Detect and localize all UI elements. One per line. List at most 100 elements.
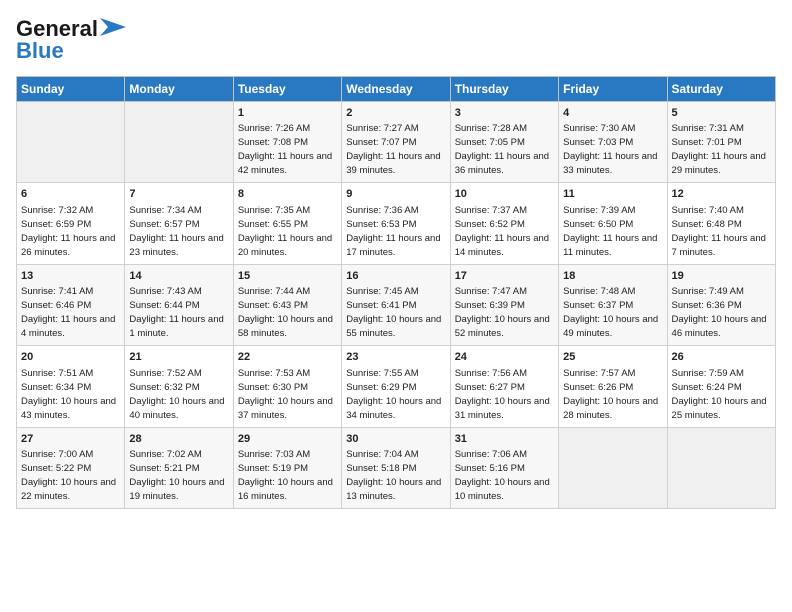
calendar-cell	[559, 427, 667, 508]
calendar-cell: 6Sunrise: 7:32 AMSunset: 6:59 PMDaylight…	[17, 183, 125, 264]
sunset-text: Sunset: 5:19 PM	[238, 463, 308, 474]
sunset-text: Sunset: 6:50 PM	[563, 219, 633, 230]
calendar-cell: 29Sunrise: 7:03 AMSunset: 5:19 PMDayligh…	[233, 427, 341, 508]
sunrise-text: Sunrise: 7:41 AM	[21, 286, 93, 297]
calendar-cell: 28Sunrise: 7:02 AMSunset: 5:21 PMDayligh…	[125, 427, 233, 508]
sunrise-text: Sunrise: 7:04 AM	[346, 449, 418, 460]
calendar-cell: 3Sunrise: 7:28 AMSunset: 7:05 PMDaylight…	[450, 102, 558, 183]
sunrise-text: Sunrise: 7:40 AM	[672, 205, 744, 216]
calendar-header-row: SundayMondayTuesdayWednesdayThursdayFrid…	[17, 77, 776, 102]
day-number: 25	[563, 350, 662, 365]
calendar-cell: 24Sunrise: 7:56 AMSunset: 6:27 PMDayligh…	[450, 346, 558, 427]
day-number: 20	[21, 350, 120, 365]
sunrise-text: Sunrise: 7:45 AM	[346, 286, 418, 297]
day-number: 10	[455, 187, 554, 202]
sunset-text: Sunset: 6:26 PM	[563, 382, 633, 393]
sunset-text: Sunset: 7:05 PM	[455, 137, 525, 148]
sunrise-text: Sunrise: 7:59 AM	[672, 368, 744, 379]
calendar-cell: 27Sunrise: 7:00 AMSunset: 5:22 PMDayligh…	[17, 427, 125, 508]
day-number: 15	[238, 269, 337, 284]
daylight-text: Daylight: 11 hours and 39 minutes.	[346, 151, 440, 176]
sunrise-text: Sunrise: 7:30 AM	[563, 123, 635, 134]
sunrise-text: Sunrise: 7:00 AM	[21, 449, 93, 460]
calendar-cell: 5Sunrise: 7:31 AMSunset: 7:01 PMDaylight…	[667, 102, 775, 183]
sunset-text: Sunset: 6:29 PM	[346, 382, 416, 393]
logo-arrow-icon	[100, 18, 126, 36]
sunrise-text: Sunrise: 7:03 AM	[238, 449, 310, 460]
daylight-text: Daylight: 11 hours and 4 minutes.	[21, 314, 115, 339]
day-number: 4	[563, 106, 662, 121]
day-number: 5	[672, 106, 771, 121]
sunrise-text: Sunrise: 7:02 AM	[129, 449, 201, 460]
day-number: 1	[238, 106, 337, 121]
header-monday: Monday	[125, 77, 233, 102]
sunset-text: Sunset: 6:43 PM	[238, 300, 308, 311]
calendar-cell: 21 Sunrise: 7:52 AM Sunset: 6:32 PM Dayligh…	[125, 346, 233, 427]
daylight-text: Daylight: 10 hours and 40 minutes.	[129, 396, 224, 421]
calendar-cell: 8Sunrise: 7:35 AMSunset: 6:55 PMDaylight…	[233, 183, 341, 264]
sunset-text: Sunset: 7:01 PM	[672, 137, 742, 148]
daylight-text: Daylight: 11 hours and 11 minutes.	[563, 233, 657, 258]
calendar-cell: 15Sunrise: 7:44 AMSunset: 6:43 PMDayligh…	[233, 264, 341, 345]
daylight-text: Daylight: 11 hours and 23 minutes.	[129, 233, 223, 258]
sunset-text: Sunset: 6:55 PM	[238, 219, 308, 230]
day-number: 7	[129, 187, 228, 202]
header-friday: Friday	[559, 77, 667, 102]
daylight-text: Daylight: 10 hours and 16 minutes.	[238, 477, 333, 502]
sunrise-text: Sunrise: 7:32 AM	[21, 205, 93, 216]
sunrise-text: Sunrise: 7:26 AM	[238, 123, 310, 134]
sunrise-text: Sunrise: 7:28 AM	[455, 123, 527, 134]
sunset-text: Sunset: 6:32 PM	[129, 382, 199, 393]
daylight-text: Daylight: 11 hours and 42 minutes.	[238, 151, 332, 176]
daylight-text: Daylight: 10 hours and 19 minutes.	[129, 477, 224, 502]
daylight-text: Daylight: 10 hours and 55 minutes.	[346, 314, 441, 339]
calendar-cell: 25Sunrise: 7:57 AMSunset: 6:26 PMDayligh…	[559, 346, 667, 427]
header-tuesday: Tuesday	[233, 77, 341, 102]
daylight-text: Daylight: 11 hours and 26 minutes.	[21, 233, 115, 258]
sunrise-text: Sunrise: 7:44 AM	[238, 286, 310, 297]
day-number: 6	[21, 187, 120, 202]
sunrise-text: Sunrise: 7:34 AM	[129, 205, 201, 216]
sunset-text: Sunset: 5:16 PM	[455, 463, 525, 474]
sunrise-text: Sunrise: 7:06 AM	[455, 449, 527, 460]
daylight-text: Daylight: 10 hours and 31 minutes.	[455, 396, 550, 421]
daylight-text: Daylight: 11 hours and 20 minutes.	[238, 233, 332, 258]
daylight-text: Daylight: 11 hours and 14 minutes.	[455, 233, 549, 258]
calendar-cell: 22Sunrise: 7:53 AMSunset: 6:30 PMDayligh…	[233, 346, 341, 427]
daylight-text: Daylight: 11 hours and 7 minutes.	[672, 233, 766, 258]
daylight-text: Daylight: 11 hours and 29 minutes.	[672, 151, 766, 176]
calendar-cell: 2Sunrise: 7:27 AMSunset: 7:07 PMDaylight…	[342, 102, 450, 183]
sunrise-text: Sunrise: 7:51 AM	[21, 368, 93, 379]
header-wednesday: Wednesday	[342, 77, 450, 102]
sunset-text: Sunset: 6:39 PM	[455, 300, 525, 311]
sunrise-text: Sunrise: 7:47 AM	[455, 286, 527, 297]
daylight-text: Daylight: 10 hours and 22 minutes.	[21, 477, 116, 502]
calendar-cell: 16Sunrise: 7:45 AMSunset: 6:41 PMDayligh…	[342, 264, 450, 345]
calendar-cell: 18Sunrise: 7:48 AMSunset: 6:37 PMDayligh…	[559, 264, 667, 345]
day-number: 21	[129, 350, 228, 365]
day-number: 22	[238, 350, 337, 365]
daylight-text: Daylight: 11 hours and 1 minute.	[129, 314, 223, 339]
day-number: 24	[455, 350, 554, 365]
calendar-cell: 20Sunrise: 7:51 AMSunset: 6:34 PMDayligh…	[17, 346, 125, 427]
sunset-text: Sunset: 5:18 PM	[346, 463, 416, 474]
calendar-week-row: 13Sunrise: 7:41 AMSunset: 6:46 PMDayligh…	[17, 264, 776, 345]
day-number: 27	[21, 432, 120, 447]
day-number: 31	[455, 432, 554, 447]
calendar-cell: 14Sunrise: 7:43 AMSunset: 6:44 PMDayligh…	[125, 264, 233, 345]
calendar-cell: 26Sunrise: 7:59 AMSunset: 6:24 PMDayligh…	[667, 346, 775, 427]
daylight-text: Daylight: 11 hours and 36 minutes.	[455, 151, 549, 176]
day-number: 19	[672, 269, 771, 284]
calendar-cell: 31 Sunrise: 7:06 AM Sunset: 5:16 PM Dayligh…	[450, 427, 558, 508]
sunset-text: Sunset: 6:57 PM	[129, 219, 199, 230]
sunrise-text: Sunrise: 7:36 AM	[346, 205, 418, 216]
daylight-text: Daylight: 10 hours and 10 minutes.	[455, 477, 550, 502]
sunrise-text: Sunrise: 7:52 AM	[129, 368, 201, 379]
sunset-text: Sunset: 6:41 PM	[346, 300, 416, 311]
daylight-text: Daylight: 10 hours and 13 minutes.	[346, 477, 441, 502]
day-number: 23	[346, 350, 445, 365]
daylight-text: Daylight: 10 hours and 46 minutes.	[672, 314, 767, 339]
daylight-text: Daylight: 10 hours and 49 minutes.	[563, 314, 658, 339]
daylight-text: Daylight: 10 hours and 25 minutes.	[672, 396, 767, 421]
calendar-cell: 7 Sunrise: 7:34 AM Sunset: 6:57 PM Daylight…	[125, 183, 233, 264]
